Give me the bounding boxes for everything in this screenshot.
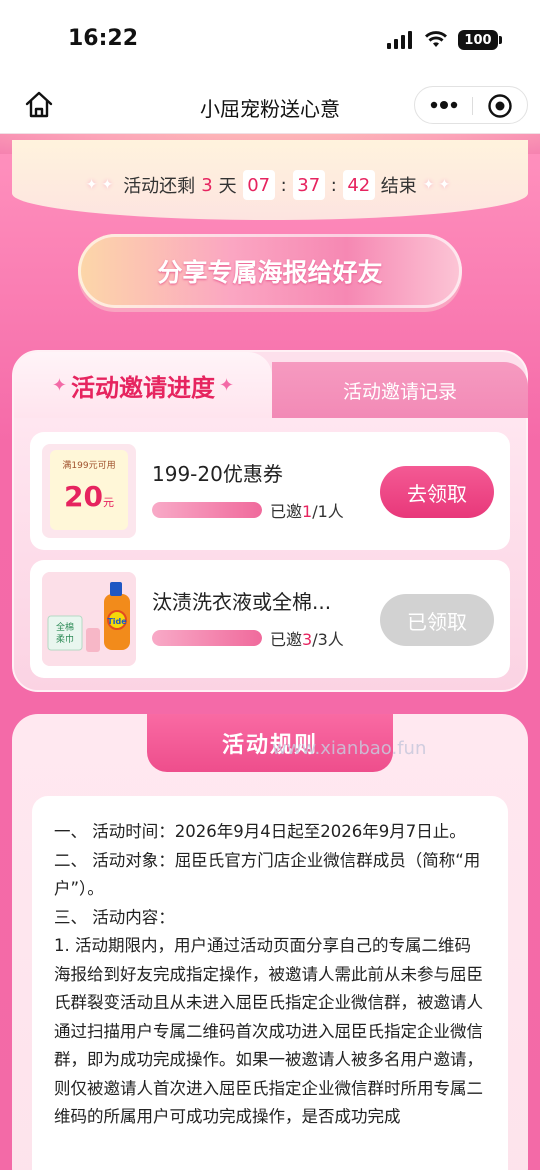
invite-progress-fill: [152, 502, 262, 518]
nav-bar: 小屈宠粉送心意: [0, 80, 540, 134]
invite-status: 已邀3/3人: [270, 626, 344, 650]
invited-label: 已邀: [270, 630, 303, 649]
invited-label: 已邀: [270, 502, 303, 521]
rules-line: 一、 活动时间：2026年9月4日起至2026年9月7日止。: [54, 822, 466, 841]
more-icon[interactable]: [429, 96, 459, 114]
coupon-image: 满199元可用 20元: [50, 450, 128, 530]
coupon-unit: 元: [102, 496, 114, 509]
countdown-days: 3: [201, 174, 213, 196]
countdown-suffix: 结束: [380, 176, 417, 197]
coupon-amount-value: 20: [64, 480, 103, 513]
reward-card: 全棉 柔巾 Tide 汰渍洗衣液或全棉... 已邀3/3人 已领取: [30, 560, 510, 678]
countdown-bar: ✦✦ 活动还剩 3 天 07 : 37 : 42 结束 ✦✦: [12, 140, 528, 220]
product-thumbnail: 全棉 柔巾 Tide: [42, 572, 136, 666]
share-poster-button[interactable]: 分享专属海报给好友: [78, 234, 462, 308]
rules-line: 二、 活动对象：屈臣氏官方门店企业微信群成员（简称“用户”）。: [54, 850, 481, 899]
tab-invite-progress-label: 活动邀请进度: [71, 373, 215, 402]
svg-text:Tide: Tide: [107, 617, 127, 626]
countdown-day-unit: 天: [218, 176, 237, 197]
rules-panel: 活动规则 一、 活动时间：2026年9月4日起至2026年9月7日止。 二、 活…: [12, 714, 528, 1170]
reward-name: 199-20优惠券: [152, 462, 283, 486]
invited-total: /1人: [312, 502, 344, 521]
countdown-row: ✦✦ 活动还剩 3 天 07 : 37 : 42 结束 ✦✦: [12, 168, 528, 202]
claimed-button[interactable]: 已领取: [380, 594, 494, 646]
battery-tip: [499, 36, 502, 44]
invite-panel: ✦ 活动邀请进度 ✦ 活动邀请记录 满199元可用 20元 199-20优惠券 …: [12, 350, 528, 692]
countdown-prefix: 活动还剩: [123, 176, 196, 197]
coupon-amount: 20元: [50, 480, 128, 513]
claim-button[interactable]: 去领取: [380, 466, 494, 518]
tab-invite-progress[interactable]: ✦ 活动邀请进度 ✦: [14, 352, 272, 418]
rules-line: 三、 活动内容：: [54, 907, 175, 927]
detergent-product-image: 全棉 柔巾 Tide: [42, 572, 136, 666]
main-content: ✦✦ 活动还剩 3 天 07 : 37 : 42 结束 ✦✦ 分享专属海报给好友…: [0, 134, 540, 1170]
mini-program-capsule: [414, 86, 528, 124]
sparkle-icon: ✦✦: [85, 177, 118, 193]
rules-body: 一、 活动时间：2026年9月4日起至2026年9月7日止。 二、 活动对象：屈…: [32, 796, 508, 1170]
invite-progress-fill: [152, 630, 262, 646]
countdown-minutes: 37: [292, 170, 325, 200]
invited-count: 1: [302, 502, 313, 521]
close-icon[interactable]: [487, 93, 513, 119]
tab-invite-records[interactable]: 活动邀请记录: [272, 362, 528, 418]
status-time: 16:22: [68, 26, 139, 51]
reward-card: 满199元可用 20元 199-20优惠券 已邀1/1人 去领取: [30, 432, 510, 550]
rules-line: 1. 活动期限内，用户通过活动页面分享自己的专属二维码海报给到好友完成指定操作，…: [54, 936, 483, 1126]
coupon-thumbnail: 满199元可用 20元: [42, 444, 136, 538]
sparkle-icon: ✦: [51, 374, 67, 396]
countdown-hours: 07: [242, 170, 275, 200]
status-bar: 16:22 100: [0, 0, 540, 80]
sparkle-icon: ✦✦: [422, 177, 455, 193]
reward-name: 汰渍洗衣液或全棉...: [152, 590, 332, 614]
battery-indicator: 100: [458, 30, 498, 50]
invite-status: 已邀1/1人: [270, 498, 344, 522]
invited-total: /3人: [312, 630, 344, 649]
capsule-divider: [472, 97, 473, 115]
sparkle-icon: ✦: [219, 374, 235, 396]
signal-icon: [387, 31, 412, 49]
coupon-condition: 满199元可用: [62, 461, 116, 471]
svg-text:柔巾: 柔巾: [56, 633, 74, 645]
reward-list: 满199元可用 20元 199-20优惠券 已邀1/1人 去领取 全棉 柔巾 T…: [14, 418, 526, 690]
countdown-sep: :: [330, 174, 337, 196]
countdown-seconds: 42: [342, 170, 375, 200]
invite-progress-bar: [152, 630, 262, 646]
thumb-text: 全棉: [56, 621, 74, 633]
wifi-icon: [425, 31, 447, 47]
watermark: www.xianbao.fun: [272, 738, 427, 759]
invited-count: 3: [302, 630, 313, 649]
countdown-sep: :: [280, 174, 287, 196]
invite-progress-bar: [152, 502, 262, 518]
